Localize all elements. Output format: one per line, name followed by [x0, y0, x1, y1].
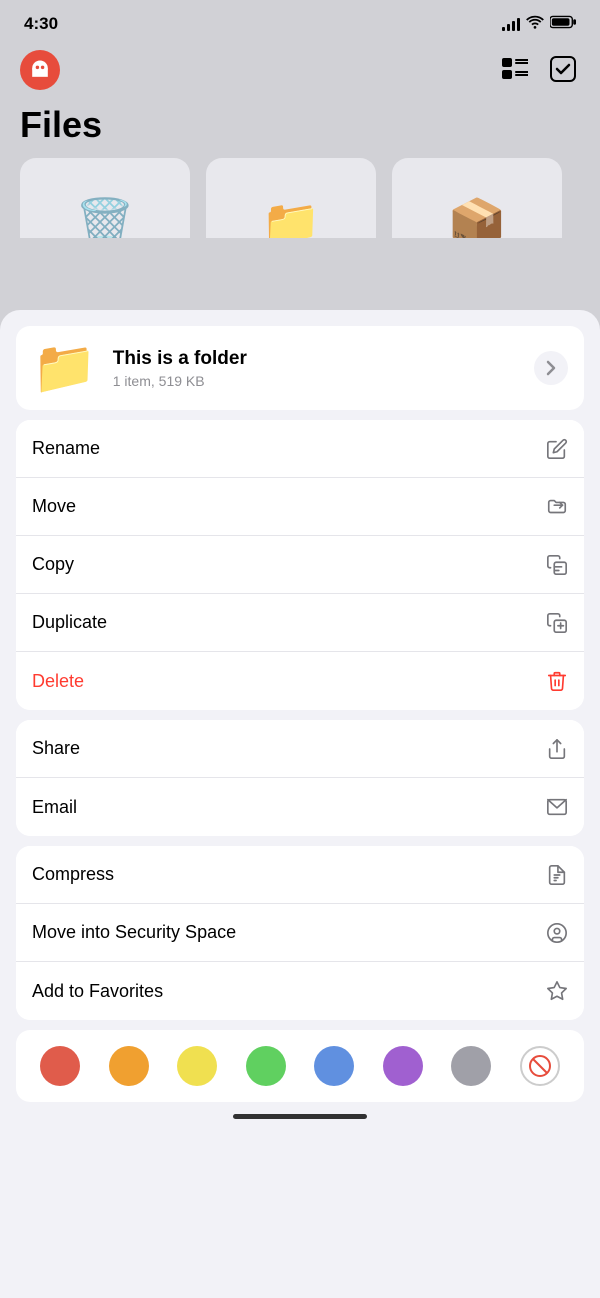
copy-button[interactable]: Copy: [16, 536, 584, 594]
color-red[interactable]: [40, 1046, 80, 1086]
status-bar: 4:30: [0, 0, 600, 42]
color-blue[interactable]: [314, 1046, 354, 1086]
delete-icon: [546, 670, 568, 692]
file-meta: 1 item, 519 KB: [113, 373, 518, 389]
menu-group-2: Share Email: [16, 720, 584, 836]
compress-button[interactable]: Compress: [16, 846, 584, 904]
header: [0, 42, 600, 100]
color-picker: [16, 1030, 584, 1102]
file-header: 📁 This is a folder 1 item, 519 KB: [16, 326, 584, 410]
rename-button[interactable]: Rename: [16, 420, 584, 478]
menu-group-3: Compress Move into Security Space: [16, 846, 584, 1020]
file-info: This is a folder 1 item, 519 KB: [113, 348, 518, 389]
email-button[interactable]: Email: [16, 778, 584, 836]
move-button[interactable]: Move: [16, 478, 584, 536]
color-gray[interactable]: [451, 1046, 491, 1086]
duplicate-icon: [546, 612, 568, 634]
menu-group-1: Rename Move Copy: [16, 420, 584, 710]
share-icon: [546, 738, 568, 760]
list-view-button[interactable]: [498, 54, 532, 87]
share-button[interactable]: Share: [16, 720, 584, 778]
folder-thumb-trash[interactable]: 🗑️: [20, 158, 190, 238]
app-logo: [20, 50, 60, 90]
folder-thumb-blue[interactable]: 📁: [206, 158, 376, 238]
security-icon: [546, 922, 568, 944]
color-green[interactable]: [246, 1046, 286, 1086]
star-icon: [546, 980, 568, 1002]
page-title: Files: [20, 104, 580, 146]
color-none[interactable]: [520, 1046, 560, 1086]
file-chevron-button[interactable]: [534, 351, 568, 385]
folder-thumb-archive[interactable]: 📦: [392, 158, 562, 238]
page-title-area: Files: [0, 100, 600, 158]
delete-button[interactable]: Delete: [16, 652, 584, 710]
rename-icon: [546, 438, 568, 460]
status-icons: [502, 15, 576, 34]
compress-icon: [546, 864, 568, 886]
select-button[interactable]: [546, 52, 580, 89]
color-purple[interactable]: [383, 1046, 423, 1086]
email-icon: [546, 796, 568, 818]
move-icon: [546, 496, 568, 518]
folder-thumbs-row: 🗑️ 📁 📦: [0, 158, 600, 238]
signal-icon: [502, 17, 520, 31]
file-icon: 📁: [32, 342, 97, 394]
status-time: 4:30: [24, 14, 58, 34]
home-indicator: [233, 1114, 367, 1119]
color-orange[interactable]: [109, 1046, 149, 1086]
header-actions: [498, 52, 580, 89]
duplicate-button[interactable]: Duplicate: [16, 594, 584, 652]
file-name: This is a folder: [113, 348, 518, 370]
wifi-icon: [526, 15, 544, 34]
security-space-button[interactable]: Move into Security Space: [16, 904, 584, 962]
copy-icon: [546, 554, 568, 576]
favorites-button[interactable]: Add to Favorites: [16, 962, 584, 1020]
battery-icon: [550, 15, 576, 34]
color-yellow[interactable]: [177, 1046, 217, 1086]
bottom-sheet: 📁 This is a folder 1 item, 519 KB Rename…: [0, 310, 600, 1298]
